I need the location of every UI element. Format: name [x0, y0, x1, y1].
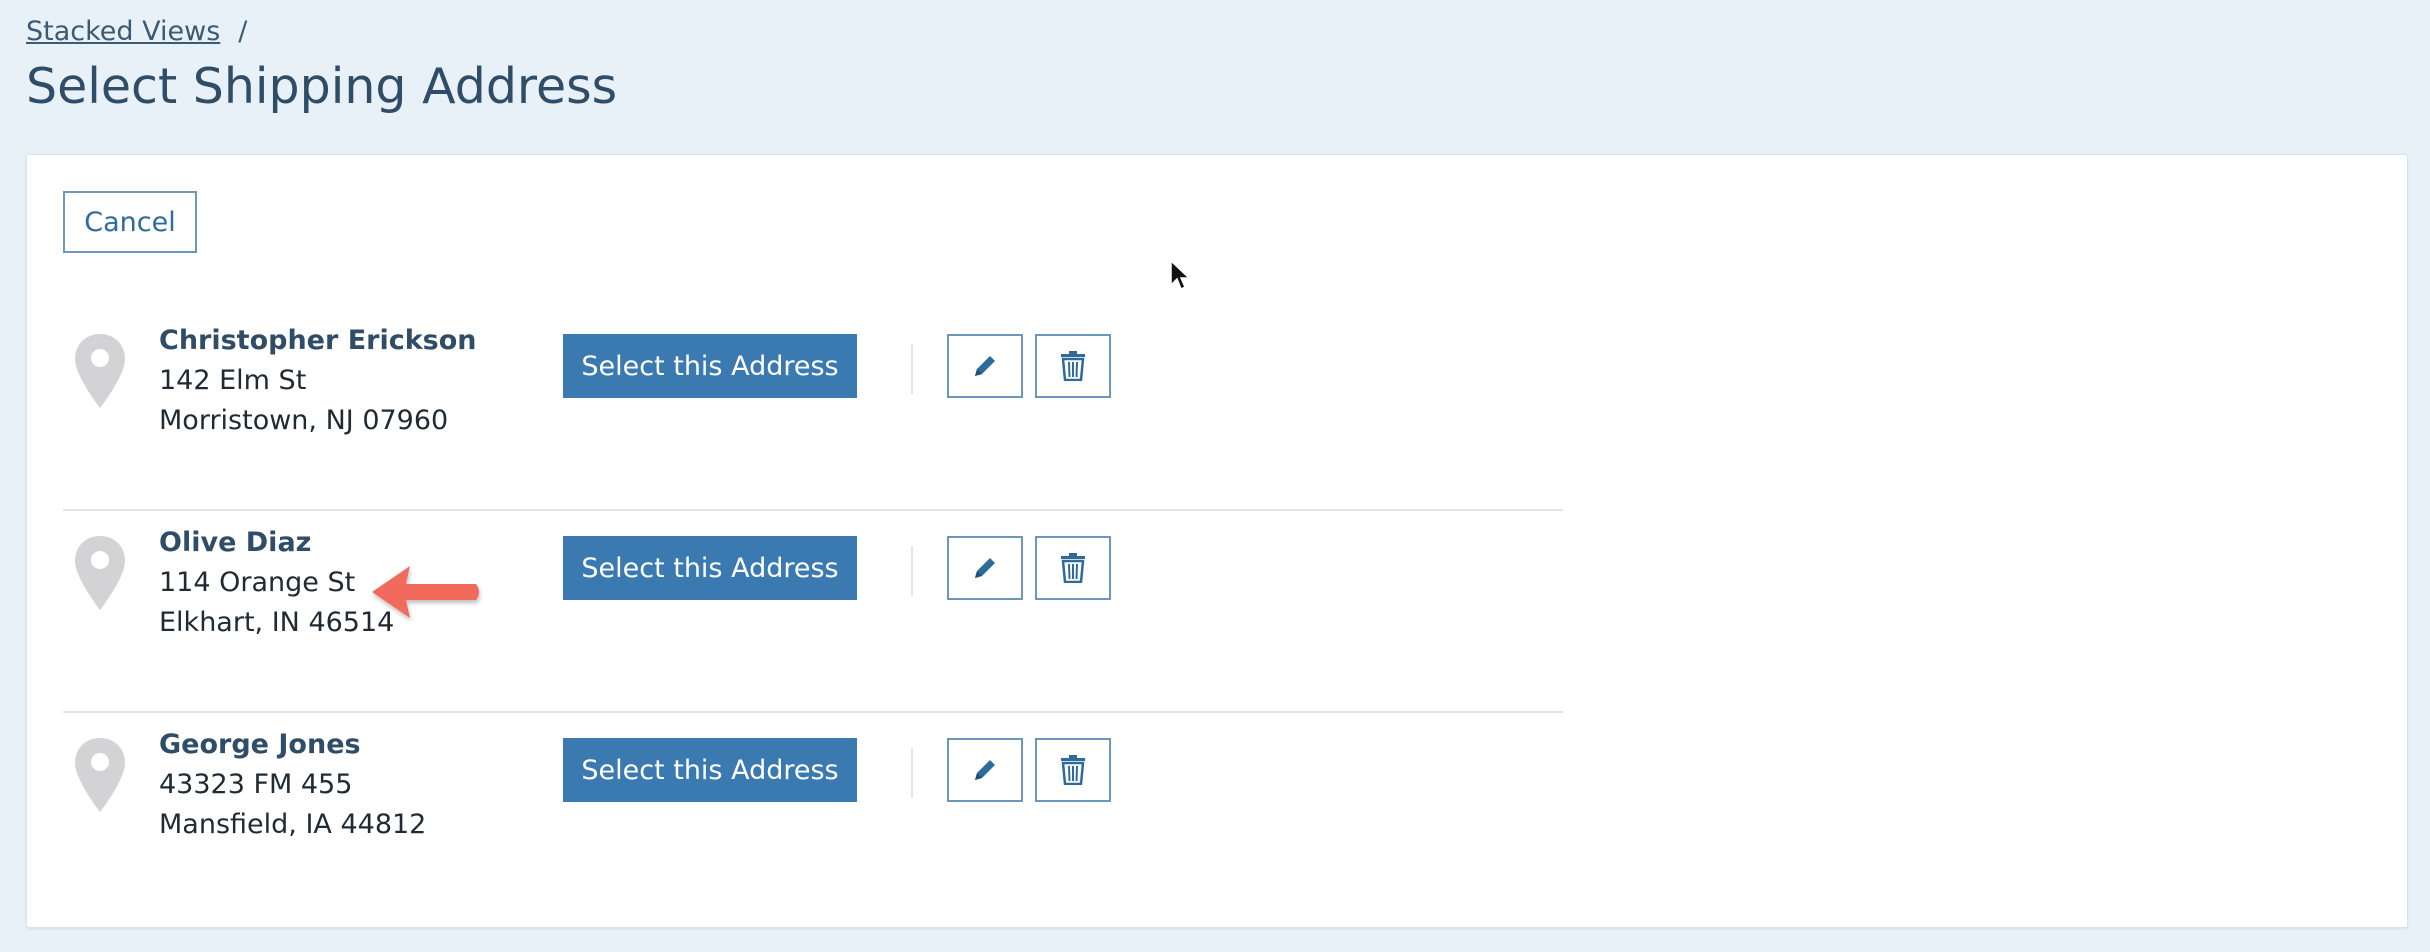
address-row: Christopher Erickson 142 Elm St Morristo… — [63, 309, 1563, 511]
breadcrumb-link-stacked-views[interactable]: Stacked Views — [26, 16, 220, 47]
address-details: Christopher Erickson 142 Elm St Morristo… — [159, 321, 477, 441]
address-name: Christopher Erickson — [159, 325, 477, 356]
address-panel: Cancel Christopher Erickson 142 Elm St M… — [26, 154, 2408, 928]
breadcrumb: Stacked Views / — [26, 16, 247, 47]
delete-address-button[interactable] — [1035, 334, 1111, 398]
page-title: Select Shipping Address — [26, 58, 618, 115]
map-pin-icon — [75, 738, 125, 812]
mouse-cursor-icon — [1170, 260, 1191, 291]
address-line2: Elkhart, IN 46514 — [159, 607, 395, 638]
address-name: Olive Diaz — [159, 527, 312, 558]
delete-address-button[interactable] — [1035, 536, 1111, 600]
address-list: Christopher Erickson 142 Elm St Morristo… — [63, 309, 1563, 915]
edit-address-button[interactable] — [947, 334, 1023, 398]
address-row: Olive Diaz 114 Orange St Elkhart, IN 465… — [63, 511, 1563, 713]
map-pin-icon — [75, 334, 125, 408]
select-address-button[interactable]: Select this Address — [563, 334, 857, 398]
address-details: Olive Diaz 114 Orange St Elkhart, IN 465… — [159, 523, 394, 643]
address-line2: Morristown, NJ 07960 — [159, 405, 449, 436]
address-line2: Mansfield, IA 44812 — [159, 809, 427, 840]
delete-address-button[interactable] — [1035, 738, 1111, 802]
map-pin-icon — [75, 536, 125, 610]
address-line1: 43323 FM 455 — [159, 769, 353, 800]
breadcrumb-separator: / — [238, 16, 248, 47]
trash-icon — [1061, 755, 1085, 785]
pencil-icon — [975, 760, 995, 780]
select-address-button[interactable]: Select this Address — [563, 738, 857, 802]
red-arrow-icon — [372, 566, 479, 618]
edit-address-button[interactable] — [947, 536, 1023, 600]
address-details: George Jones 43323 FM 455 Mansfield, IA … — [159, 725, 426, 845]
address-line1: 114 Orange St — [159, 567, 356, 598]
vertical-divider — [911, 344, 913, 394]
edit-address-button[interactable] — [947, 738, 1023, 802]
address-line1: 142 Elm St — [159, 365, 307, 396]
trash-icon — [1061, 553, 1085, 583]
pencil-icon — [975, 356, 995, 376]
trash-icon — [1061, 351, 1085, 381]
address-row: George Jones 43323 FM 455 Mansfield, IA … — [63, 713, 1563, 915]
pencil-icon — [975, 558, 995, 578]
address-name: George Jones — [159, 729, 361, 760]
cancel-button[interactable]: Cancel — [63, 191, 197, 253]
vertical-divider — [911, 748, 913, 798]
select-address-button[interactable]: Select this Address — [563, 536, 857, 600]
vertical-divider — [911, 546, 913, 596]
